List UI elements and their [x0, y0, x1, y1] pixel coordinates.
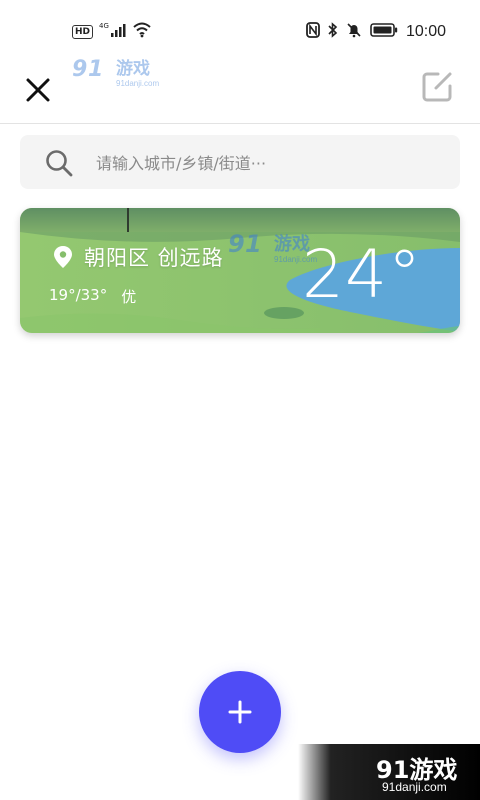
- plus-icon: [228, 700, 252, 724]
- weather-card[interactable]: 9 1 游戏 91danji.com 朝阳区 创远路 19°/33° 优 24°: [20, 208, 460, 333]
- watermark-logo: 9 1 游戏 91danji.com: [70, 54, 166, 94]
- location-pin-icon: [54, 246, 72, 268]
- svg-text:1: 1: [245, 230, 262, 258]
- network-type: 4G: [99, 22, 109, 30]
- svg-text:1: 1: [88, 57, 103, 82]
- edit-button[interactable]: [420, 70, 454, 104]
- header-divider: [0, 123, 480, 124]
- add-city-button[interactable]: [199, 671, 281, 753]
- status-right: 10:00: [306, 22, 446, 42]
- watermark-domain: 91danji.com: [116, 79, 159, 88]
- wifi-icon: [133, 22, 151, 42]
- close-icon: [26, 78, 50, 102]
- search-input[interactable]: [94, 146, 438, 180]
- bluetooth-icon: [328, 22, 338, 42]
- clock: 10:00: [405, 23, 446, 40]
- nfc-icon: [306, 22, 320, 42]
- close-button[interactable]: [22, 74, 54, 106]
- temp-low-high: 19°/33°: [49, 286, 108, 304]
- current-temperature: 24°: [302, 236, 422, 313]
- svg-text:9: 9: [228, 230, 245, 258]
- temp-range-row: 19°/33° 优: [49, 286, 136, 307]
- svg-text:9: 9: [72, 57, 87, 82]
- watermark-brand: 游戏: [116, 58, 150, 79]
- battery-icon: [370, 23, 398, 41]
- hd-icon: HD: [72, 25, 94, 39]
- header: 9 1 游戏 91danji.com: [0, 57, 480, 122]
- air-quality: 优: [121, 288, 137, 306]
- status-left: HD 4G: [72, 22, 151, 42]
- location-name: 朝阳区 创远路: [84, 246, 224, 270]
- mute-icon: [346, 22, 362, 42]
- corner-brand-domain: 91danji.com: [382, 780, 447, 794]
- corner-watermark: 91游戏 91danji.com: [298, 744, 480, 800]
- signal-icon: 4G: [99, 22, 127, 42]
- search-icon: [46, 150, 73, 177]
- search-box[interactable]: [20, 135, 460, 189]
- status-bar: HD 4G 10:00: [0, 0, 480, 62]
- edit-icon: [422, 72, 452, 102]
- location-row: 朝阳区 创远路: [52, 242, 224, 272]
